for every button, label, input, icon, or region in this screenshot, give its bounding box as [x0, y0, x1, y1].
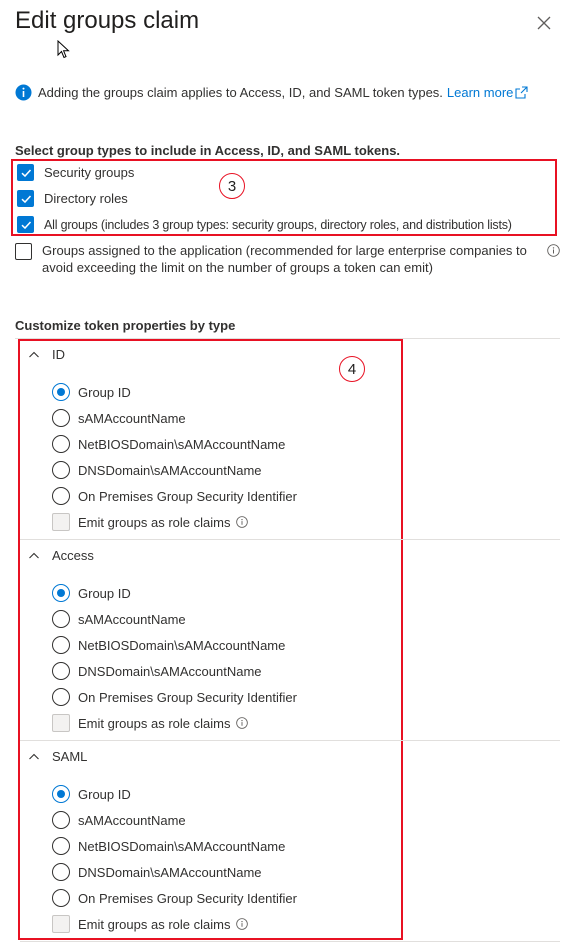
info-icon	[15, 84, 32, 100]
chevron-up-icon	[29, 753, 39, 759]
info-tooltip-icon[interactable]	[547, 244, 560, 257]
page-title: Edit groups claim	[15, 7, 200, 34]
radio-selected-icon	[52, 584, 70, 602]
checkbox-label: All groups (includes 3 group types: secu…	[44, 217, 512, 232]
mouse-cursor-icon	[57, 40, 70, 59]
checkbox-checked-icon	[17, 216, 34, 233]
close-icon[interactable]	[533, 12, 555, 34]
info-tooltip-icon[interactable]	[236, 516, 249, 528]
checkbox-security-groups[interactable]: Security groups	[17, 164, 134, 181]
external-link-icon	[515, 85, 528, 99]
group-header-access[interactable]: Access	[28, 548, 94, 563]
radio-id-option-2[interactable]: NetBIOSDomain\sAMAccountName	[52, 435, 285, 453]
radio-id-option-4[interactable]: On Premises Group Security Identifier	[52, 487, 297, 505]
group-header-label: Access	[52, 548, 94, 563]
radio-saml-option-3[interactable]: DNSDomain\sAMAccountName	[52, 863, 262, 881]
divider	[20, 539, 560, 540]
group-header-label: ID	[52, 347, 65, 362]
radio-label: Group ID	[78, 585, 131, 601]
divider	[20, 740, 560, 741]
radio-access-option-4[interactable]: On Premises Group Security Identifier	[52, 688, 297, 706]
radio-unselected-icon	[52, 662, 70, 680]
group-header-label: SAML	[52, 749, 88, 764]
group-header-saml[interactable]: SAML	[28, 749, 87, 764]
radio-unselected-icon	[52, 409, 70, 427]
checkbox-label: Emit groups as role claims	[78, 514, 231, 530]
checkbox-all-groups[interactable]: All groups (includes 3 group types: secu…	[17, 216, 512, 233]
radio-label: sAMAccountName	[78, 611, 186, 627]
checkbox-unchecked-icon	[15, 243, 32, 260]
checkbox-label: Directory roles	[44, 191, 128, 206]
radio-label: NetBIOSDomain\sAMAccountName	[78, 637, 286, 653]
radio-id-option-3[interactable]: DNSDomain\sAMAccountName	[52, 461, 262, 479]
radio-selected-icon	[52, 383, 70, 401]
step-marker-4: 4	[339, 356, 365, 382]
info-tooltip-icon[interactable]	[236, 717, 249, 729]
radio-label: NetBIOSDomain\sAMAccountName	[78, 436, 286, 452]
radio-unselected-icon	[52, 487, 70, 505]
radio-unselected-icon	[52, 461, 70, 479]
radio-access-option-2[interactable]: NetBIOSDomain\sAMAccountName	[52, 636, 285, 654]
learn-more-link[interactable]: Learn more	[447, 85, 528, 100]
checkbox-disabled-icon	[52, 714, 70, 732]
radio-label: DNSDomain\sAMAccountName	[78, 663, 262, 679]
checkbox-label: Emit groups as role claims	[78, 715, 231, 731]
learn-more-label: Learn more	[446, 84, 514, 100]
radio-unselected-icon	[52, 863, 70, 881]
info-text: Adding the groups claim applies to Acces…	[38, 84, 443, 100]
info-message: Adding the groups claim applies to Acces…	[15, 83, 528, 101]
radio-unselected-icon	[52, 636, 70, 654]
radio-label: On Premises Group Security Identifier	[78, 488, 297, 504]
checkbox-emit-role-claims-id[interactable]: Emit groups as role claims	[52, 513, 249, 531]
radio-unselected-icon	[52, 610, 70, 628]
checkbox-label: Security groups	[44, 165, 135, 180]
radio-id-option-0[interactable]: Group ID	[52, 383, 131, 401]
radio-label: NetBIOSDomain\sAMAccountName	[78, 838, 286, 854]
checkbox-emit-role-claims-access[interactable]: Emit groups as role claims	[52, 714, 249, 732]
checkbox-emit-role-claims-saml[interactable]: Emit groups as role claims	[52, 915, 249, 933]
radio-saml-option-2[interactable]: NetBIOSDomain\sAMAccountName	[52, 837, 285, 855]
radio-label: On Premises Group Security Identifier	[78, 689, 297, 705]
checkbox-label: Emit groups as role claims	[78, 916, 231, 932]
radio-label: sAMAccountName	[78, 410, 186, 426]
radio-label: Group ID	[78, 786, 131, 802]
token-properties-label: Customize token properties by type	[15, 318, 236, 333]
radio-id-option-1[interactable]: sAMAccountName	[52, 409, 186, 427]
checkbox-disabled-icon	[52, 513, 70, 531]
radio-access-option-1[interactable]: sAMAccountName	[52, 610, 186, 628]
radio-saml-option-1[interactable]: sAMAccountName	[52, 811, 186, 829]
group-header-id[interactable]: ID	[28, 347, 65, 362]
radio-label: sAMAccountName	[78, 812, 186, 828]
radio-unselected-icon	[52, 837, 70, 855]
radio-selected-icon	[52, 785, 70, 803]
radio-unselected-icon	[52, 811, 70, 829]
radio-label: Group ID	[78, 384, 131, 400]
divider	[20, 941, 560, 942]
checkbox-groups-assigned[interactable]: Groups assigned to the application (reco…	[15, 242, 560, 276]
radio-unselected-icon	[52, 435, 70, 453]
checkbox-disabled-icon	[52, 915, 70, 933]
radio-saml-option-0[interactable]: Group ID	[52, 785, 131, 803]
radio-saml-option-4[interactable]: On Premises Group Security Identifier	[52, 889, 297, 907]
radio-label: DNSDomain\sAMAccountName	[78, 462, 262, 478]
chevron-up-icon	[29, 552, 39, 558]
checkbox-checked-icon	[17, 164, 34, 181]
checkbox-label: Groups assigned to the application (reco…	[42, 243, 527, 275]
radio-access-option-0[interactable]: Group ID	[52, 584, 131, 602]
step-marker-3: 3	[219, 173, 245, 199]
chevron-up-icon	[29, 351, 39, 357]
group-types-label: Select group types to include in Access,…	[15, 143, 401, 158]
radio-label: DNSDomain\sAMAccountName	[78, 864, 262, 880]
checkbox-checked-icon	[17, 190, 34, 207]
radio-access-option-3[interactable]: DNSDomain\sAMAccountName	[52, 662, 262, 680]
radio-unselected-icon	[52, 688, 70, 706]
radio-label: On Premises Group Security Identifier	[78, 890, 297, 906]
info-tooltip-icon[interactable]	[236, 918, 249, 930]
checkbox-directory-roles[interactable]: Directory roles	[17, 190, 128, 207]
radio-unselected-icon	[52, 889, 70, 907]
